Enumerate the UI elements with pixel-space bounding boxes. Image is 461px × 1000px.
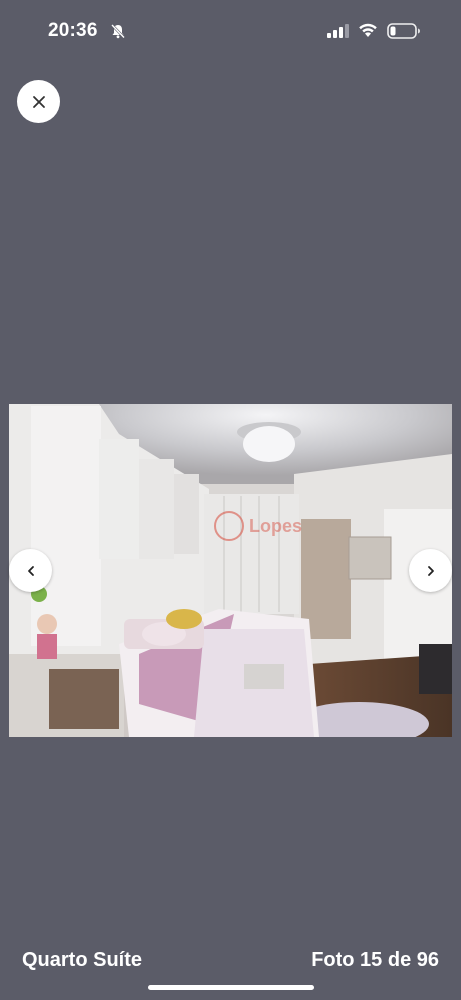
chevron-left-icon xyxy=(27,565,34,576)
status-time: 20:36 xyxy=(48,20,98,41)
room-photo[interactable]: Lopes xyxy=(9,404,452,737)
photo-caption: Quarto Suíte xyxy=(22,949,143,971)
home-indicator[interactable] xyxy=(148,985,314,990)
battery-low-icon xyxy=(387,23,421,39)
photo-counter: Foto 15 de 96 xyxy=(311,949,439,971)
signal-icon xyxy=(327,24,349,38)
status-bar: 20:36 xyxy=(0,0,461,62)
wifi-icon xyxy=(358,22,378,38)
photo-watermark: Lopes xyxy=(249,516,302,536)
close-icon xyxy=(32,95,45,108)
chevron-right-icon xyxy=(427,565,434,576)
bell-slash-icon xyxy=(110,23,126,39)
previous-photo-button[interactable] xyxy=(9,549,52,592)
next-photo-button[interactable] xyxy=(409,549,452,592)
close-button[interactable] xyxy=(17,80,60,123)
